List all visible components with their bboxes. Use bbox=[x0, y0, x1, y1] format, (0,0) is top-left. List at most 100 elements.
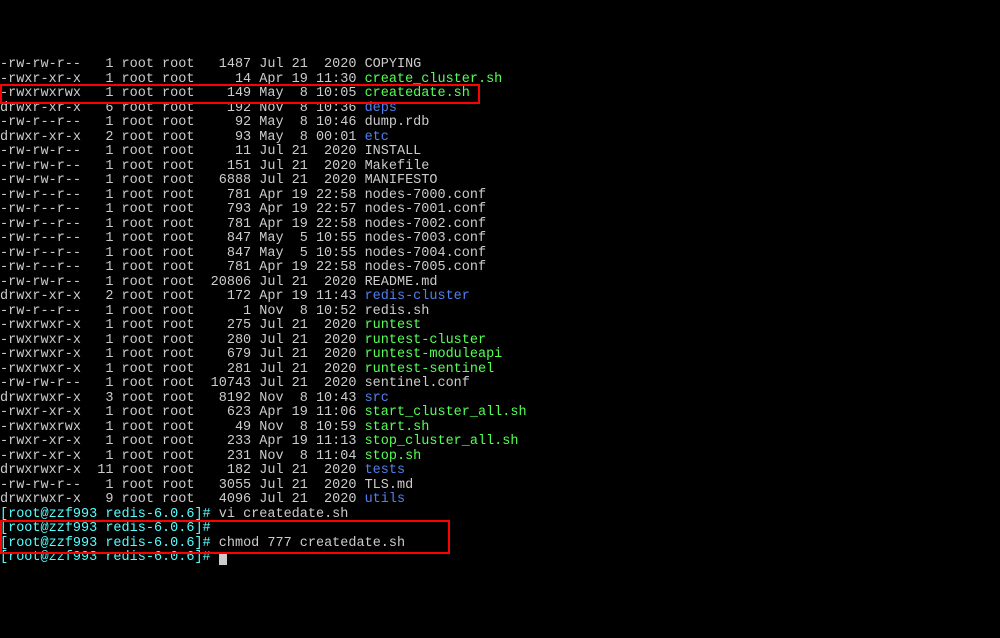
ls-row: -rw-r--r-- 1 root root 793 Apr 19 22:57 … bbox=[0, 203, 1000, 218]
file-name: README.md bbox=[365, 275, 438, 290]
file-name: src bbox=[365, 391, 389, 406]
file-meta: -rwxrwxrwx 1 root root 49 Nov 8 10:59 bbox=[0, 420, 365, 435]
file-meta: -rw-rw-r-- 1 root root 20806 Jul 21 2020 bbox=[0, 275, 365, 290]
prompt-segment: redis-6.0.6 bbox=[97, 507, 194, 522]
ls-row: -rw-r--r-- 1 root root 847 May 5 10:55 n… bbox=[0, 232, 1000, 247]
prompt-segment: redis-6.0.6 bbox=[97, 536, 194, 551]
cursor-icon bbox=[219, 552, 227, 565]
ls-row: -rw-r--r-- 1 root root 847 May 5 10:55 n… bbox=[0, 247, 1000, 262]
file-name: createdate.sh bbox=[365, 86, 470, 101]
ls-row: -rw-r--r-- 1 root root 1 Nov 8 10:52 red… bbox=[0, 305, 1000, 320]
file-meta: -rw-r--r-- 1 root root 781 Apr 19 22:58 bbox=[0, 260, 365, 275]
prompt-segment: ]# bbox=[194, 550, 218, 565]
file-name: MANIFESTO bbox=[365, 173, 438, 188]
ls-row: -rw-rw-r-- 1 root root 3055 Jul 21 2020 … bbox=[0, 479, 1000, 494]
prompt-segment: [ bbox=[0, 550, 8, 565]
file-meta: -rwxr-xr-x 1 root root 233 Apr 19 11:13 bbox=[0, 434, 365, 449]
file-name: runtest bbox=[365, 318, 422, 333]
prompt-segment: redis-6.0.6 bbox=[97, 550, 194, 565]
file-meta: -rw-r--r-- 1 root root 793 Apr 19 22:57 bbox=[0, 202, 365, 217]
file-name: INSTALL bbox=[365, 144, 422, 159]
ls-row: -rw-rw-r-- 1 root root 11 Jul 21 2020 IN… bbox=[0, 145, 1000, 160]
prompt-segment: ]# bbox=[194, 536, 218, 551]
file-name: tests bbox=[365, 463, 406, 478]
prompt-segment: [ bbox=[0, 507, 8, 522]
file-name: utils bbox=[365, 492, 406, 507]
file-name: runtest-sentinel bbox=[365, 362, 495, 377]
file-meta: -rw-r--r-- 1 root root 1 Nov 8 10:52 bbox=[0, 304, 365, 319]
file-name: stop_cluster_all.sh bbox=[365, 434, 519, 449]
ls-row: -rwxrwxr-x 1 root root 280 Jul 21 2020 r… bbox=[0, 334, 1000, 349]
file-name: runtest-cluster bbox=[365, 333, 487, 348]
file-name: Makefile bbox=[365, 159, 430, 174]
file-name: TLS.md bbox=[365, 478, 414, 493]
file-name: start_cluster_all.sh bbox=[365, 405, 527, 420]
ls-row: -rwxrwxr-x 1 root root 281 Jul 21 2020 r… bbox=[0, 363, 1000, 378]
file-meta: -rw-rw-r-- 1 root root 11 Jul 21 2020 bbox=[0, 144, 365, 159]
file-meta: -rw-r--r-- 1 root root 847 May 5 10:55 bbox=[0, 246, 365, 261]
file-meta: drwxr-xr-x 2 root root 172 Apr 19 11:43 bbox=[0, 289, 365, 304]
ls-row: -rwxrwxrwx 1 root root 49 Nov 8 10:59 st… bbox=[0, 421, 1000, 436]
prompt-segment: root@zzf993 bbox=[8, 536, 97, 551]
file-meta: -rw-rw-r-- 1 root root 3055 Jul 21 2020 bbox=[0, 478, 365, 493]
prompt-line[interactable]: [root@zzf993 redis-6.0.6]# bbox=[0, 522, 1000, 537]
ls-row: drwxrwxr-x 3 root root 8192 Nov 8 10:43 … bbox=[0, 392, 1000, 407]
ls-row: drwxr-xr-x 6 root root 192 Nov 8 10:36 d… bbox=[0, 102, 1000, 117]
file-name: nodes-7003.conf bbox=[365, 231, 487, 246]
file-meta: -rwxrwxr-x 1 root root 679 Jul 21 2020 bbox=[0, 347, 365, 362]
ls-row: -rw-rw-r-- 1 root root 6888 Jul 21 2020 … bbox=[0, 174, 1000, 189]
file-meta: -rw-r--r-- 1 root root 92 May 8 10:46 bbox=[0, 115, 365, 130]
prompt-segment: [ bbox=[0, 536, 8, 551]
prompt-line[interactable]: [root@zzf993 redis-6.0.6]# vi createdate… bbox=[0, 508, 1000, 523]
ls-row: -rw-r--r-- 1 root root 781 Apr 19 22:58 … bbox=[0, 261, 1000, 276]
ls-row: drwxr-xr-x 2 root root 93 May 8 00:01 et… bbox=[0, 131, 1000, 146]
ls-row: -rwxrwxr-x 1 root root 275 Jul 21 2020 r… bbox=[0, 319, 1000, 334]
terminal-window[interactable]: -rw-rw-r-- 1 root root 1487 Jul 21 2020 … bbox=[0, 58, 1000, 566]
file-meta: drwxr-xr-x 2 root root 93 May 8 00:01 bbox=[0, 130, 365, 145]
file-meta: -rw-rw-r-- 1 root root 1487 Jul 21 2020 bbox=[0, 57, 365, 72]
prompt-segment: ]# bbox=[194, 507, 218, 522]
ls-row: -rwxr-xr-x 1 root root 233 Apr 19 11:13 … bbox=[0, 435, 1000, 450]
ls-row: drwxrwxr-x 11 root root 182 Jul 21 2020 … bbox=[0, 464, 1000, 479]
command-text: vi createdate.sh bbox=[219, 507, 349, 522]
ls-row: -rwxr-xr-x 1 root root 14 Apr 19 11:30 c… bbox=[0, 73, 1000, 88]
ls-row: -rwxr-xr-x 1 root root 623 Apr 19 11:06 … bbox=[0, 406, 1000, 421]
file-meta: -rwxrwxrwx 1 root root 149 May 8 10:05 bbox=[0, 86, 365, 101]
ls-row: drwxrwxr-x 9 root root 4096 Jul 21 2020 … bbox=[0, 493, 1000, 508]
file-name: redis.sh bbox=[365, 304, 430, 319]
ls-row: -rw-rw-r-- 1 root root 20806 Jul 21 2020… bbox=[0, 276, 1000, 291]
file-meta: -rwxrwxr-x 1 root root 275 Jul 21 2020 bbox=[0, 318, 365, 333]
prompt-line[interactable]: [root@zzf993 redis-6.0.6]# chmod 777 cre… bbox=[0, 537, 1000, 552]
ls-row: drwxr-xr-x 2 root root 172 Apr 19 11:43 … bbox=[0, 290, 1000, 305]
file-meta: -rw-r--r-- 1 root root 847 May 5 10:55 bbox=[0, 231, 365, 246]
file-name: deps bbox=[365, 101, 397, 116]
file-name: nodes-7002.conf bbox=[365, 217, 487, 232]
file-name: nodes-7004.conf bbox=[365, 246, 487, 261]
file-name: etc bbox=[365, 130, 389, 145]
file-meta: -rw-r--r-- 1 root root 781 Apr 19 22:58 bbox=[0, 188, 365, 203]
file-name: stop.sh bbox=[365, 449, 422, 464]
file-name: sentinel.conf bbox=[365, 376, 470, 391]
file-name: create_cluster.sh bbox=[365, 72, 503, 87]
file-name: COPYING bbox=[365, 57, 422, 72]
ls-row: -rwxrwxr-x 1 root root 679 Jul 21 2020 r… bbox=[0, 348, 1000, 363]
file-name: redis-cluster bbox=[365, 289, 470, 304]
file-meta: -rwxr-xr-x 1 root root 231 Nov 8 11:04 bbox=[0, 449, 365, 464]
file-name: dump.rdb bbox=[365, 115, 430, 130]
file-meta: -rwxr-xr-x 1 root root 623 Apr 19 11:06 bbox=[0, 405, 365, 420]
file-meta: -rw-rw-r-- 1 root root 10743 Jul 21 2020 bbox=[0, 376, 365, 391]
file-meta: -rw-r--r-- 1 root root 781 Apr 19 22:58 bbox=[0, 217, 365, 232]
file-name: runtest-moduleapi bbox=[365, 347, 503, 362]
ls-row: -rw-r--r-- 1 root root 781 Apr 19 22:58 … bbox=[0, 189, 1000, 204]
file-meta: -rwxrwxr-x 1 root root 281 Jul 21 2020 bbox=[0, 362, 365, 377]
prompt-line[interactable]: [root@zzf993 redis-6.0.6]# bbox=[0, 551, 1000, 566]
ls-row: -rwxrwxrwx 1 root root 149 May 8 10:05 c… bbox=[0, 87, 1000, 102]
file-name: nodes-7005.conf bbox=[365, 260, 487, 275]
ls-row: -rw-r--r-- 1 root root 92 May 8 10:46 du… bbox=[0, 116, 1000, 131]
file-meta: drwxrwxr-x 9 root root 4096 Jul 21 2020 bbox=[0, 492, 365, 507]
prompt-segment: root@zzf993 bbox=[8, 507, 97, 522]
file-meta: drwxrwxr-x 11 root root 182 Jul 21 2020 bbox=[0, 463, 365, 478]
file-meta: -rwxr-xr-x 1 root root 14 Apr 19 11:30 bbox=[0, 72, 365, 87]
file-meta: -rw-rw-r-- 1 root root 6888 Jul 21 2020 bbox=[0, 173, 365, 188]
ls-row: -rw-rw-r-- 1 root root 10743 Jul 21 2020… bbox=[0, 377, 1000, 392]
